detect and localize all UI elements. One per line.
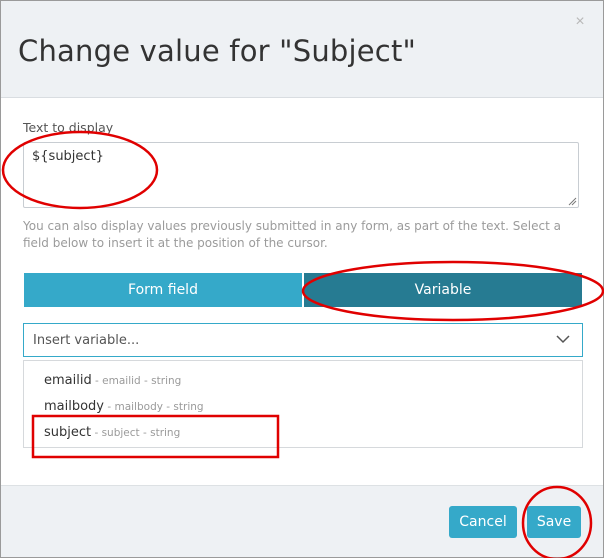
tab-form-field[interactable]: Form field	[24, 273, 302, 307]
variable-option-list: emailid - emailid - string mailbody - ma…	[23, 360, 583, 448]
help-text: You can also display values previously s…	[23, 219, 561, 250]
dialog-header: Change value for "Subject" ×	[1, 1, 603, 98]
option-mailbody[interactable]: mailbody - mailbody - string	[44, 395, 204, 415]
insert-variable-placeholder: Insert variable...	[33, 333, 140, 348]
resize-grip-icon[interactable]	[568, 197, 577, 206]
option-name: emailid	[44, 373, 92, 388]
dialog-title: Change value for "Subject"	[18, 34, 417, 68]
option-subject[interactable]: subject - subject - string	[44, 421, 180, 441]
tab-variable[interactable]: Variable	[304, 273, 582, 307]
insert-variable-select[interactable]: Insert variable...	[23, 323, 583, 357]
text-to-display-label: Text to display	[23, 120, 114, 135]
option-name: mailbody	[44, 399, 105, 414]
option-name: subject	[44, 425, 92, 440]
option-meta: - emailid - string	[91, 375, 182, 387]
option-emailid[interactable]: emailid - emailid - string	[44, 369, 181, 389]
text-to-display-input[interactable]: ${subject}	[23, 142, 579, 208]
chevron-down-icon[interactable]	[556, 334, 570, 344]
option-meta: - mailbody - string	[104, 401, 204, 413]
change-value-dialog: Change value for "Subject" × Text to dis…	[0, 0, 604, 558]
option-meta: - subject - string	[91, 427, 181, 439]
cancel-button[interactable]: Cancel	[449, 506, 517, 538]
save-button[interactable]: Save	[527, 506, 581, 538]
close-icon[interactable]: ×	[573, 14, 587, 30]
